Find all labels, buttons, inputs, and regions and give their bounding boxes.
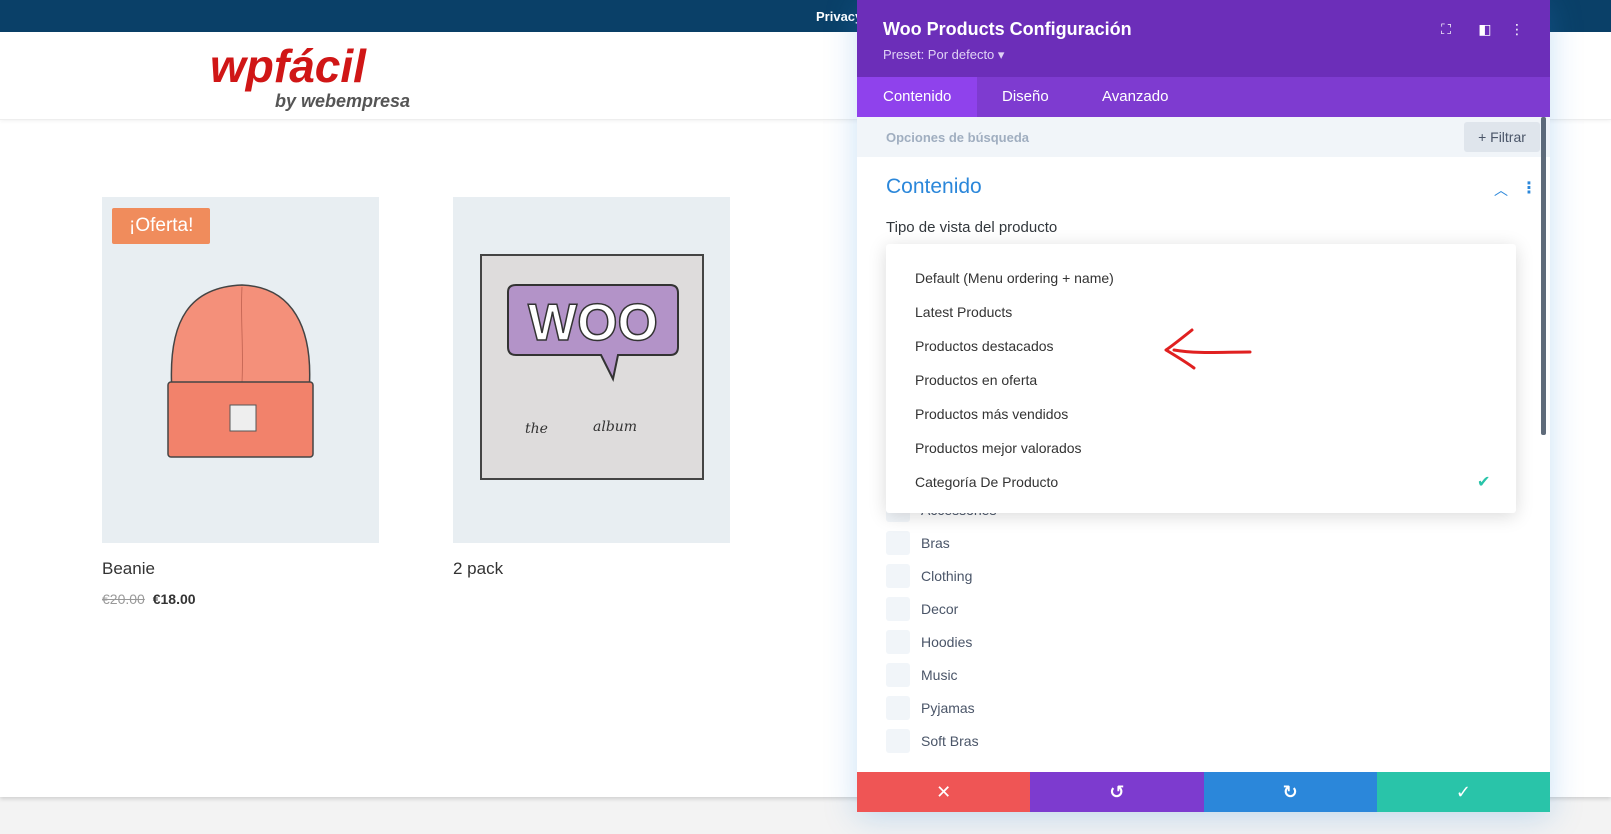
category-label: Music [921, 667, 958, 683]
woo-album-illustration: WOO the album [480, 254, 704, 480]
category-checkbox[interactable] [886, 663, 910, 687]
panel-title: Woo Products Configuración [883, 19, 1132, 39]
undo-button[interactable]: ↺ [1030, 772, 1204, 812]
settings-panel: Woo Products Configuración Preset: Por d… [857, 0, 1550, 812]
beanie-illustration [167, 284, 314, 458]
product-view-type-dropdown[interactable]: Default (Menu ordering + name) Latest Pr… [886, 244, 1516, 513]
category-label: Pyjamas [921, 700, 975, 716]
logo-sub-text: by webempresa [275, 91, 410, 111]
category-item[interactable]: Pyjamas [886, 696, 1186, 720]
woo-art-text: WOO [528, 294, 658, 352]
woo-album-image[interactable]: WOO the album [453, 197, 730, 543]
panel-scrollbar[interactable] [1541, 117, 1546, 435]
preset-selector[interactable]: Preset: Por defecto ▾ [883, 47, 1004, 63]
beanie-image[interactable]: ¡Oferta! [102, 197, 379, 543]
check-icon: ✔ [1477, 474, 1491, 491]
category-label: Decor [921, 601, 959, 617]
more-options-icon[interactable]: ⋮ [1508, 20, 1526, 38]
dropdown-option-selected[interactable]: Categoría De Producto [915, 474, 1058, 490]
fullscreen-icon[interactable]: ⛶ [1437, 20, 1455, 38]
product-name[interactable]: 2 pack [453, 559, 730, 579]
category-label: Hoodies [921, 634, 973, 650]
search-input[interactable]: Opciones de búsqueda [886, 130, 1029, 145]
cancel-button[interactable]: ✕ [857, 772, 1031, 812]
category-item[interactable]: Decor [886, 597, 1186, 621]
tab-diseno[interactable]: Diseño [976, 77, 1075, 117]
section-title[interactable]: Contenido [886, 175, 982, 199]
category-checkbox[interactable] [886, 531, 910, 555]
product-price: €20.00 €18.00 [102, 591, 379, 607]
save-button[interactable]: ✓ [1376, 772, 1550, 812]
album-caption-left: the [525, 421, 548, 437]
category-label: Soft Bras [921, 733, 979, 749]
annotation-arrow-icon [1164, 328, 1252, 370]
category-checkbox[interactable] [886, 564, 910, 588]
wpfacil-logo[interactable]: wpfácil by webempresa [210, 42, 420, 112]
dropdown-option[interactable]: Default (Menu ordering + name) [915, 270, 1114, 286]
section-more-icon[interactable]: ⋮ [1521, 178, 1537, 198]
category-checkbox[interactable] [886, 696, 910, 720]
dropdown-option[interactable]: Latest Products [915, 304, 1012, 320]
product-name[interactable]: Beanie [102, 559, 379, 579]
product-card-2-pack[interactable]: WOO the album 2 pack [453, 197, 730, 579]
field-label: Tipo de vista del producto [886, 219, 1058, 236]
panel-tabs: Contenido Diseño Avanzado [857, 77, 1550, 117]
chevron-up-icon[interactable]: ︿ [1494, 180, 1508, 200]
dropdown-option[interactable]: Productos mejor valorados [915, 440, 1082, 456]
dropdown-option[interactable]: Productos en oferta [915, 372, 1037, 388]
product-card-beanie[interactable]: ¡Oferta! Beanie €20.00 €18.00 [102, 197, 379, 607]
tab-contenido[interactable]: Contenido [857, 77, 978, 117]
logo-main-text: wpfácil [210, 42, 367, 92]
options-search[interactable]: Opciones de búsqueda + Filtrar [857, 117, 1550, 157]
category-item[interactable]: Music [886, 663, 1186, 687]
panel-footer: ✕ ↺ ↻ ✓ [857, 772, 1550, 812]
category-label: Clothing [921, 568, 973, 584]
category-item[interactable]: Bras [886, 531, 1186, 555]
category-item[interactable]: Clothing [886, 564, 1186, 588]
category-label: Bras [921, 535, 950, 551]
split-view-icon[interactable]: ◧ [1476, 20, 1494, 38]
tab-avanzado[interactable]: Avanzado [1076, 77, 1194, 117]
category-checkbox[interactable] [886, 597, 910, 621]
dropdown-option[interactable]: Productos más vendidos [915, 406, 1068, 422]
category-checkbox[interactable] [886, 630, 910, 654]
category-item[interactable]: Hoodies [886, 630, 1186, 654]
price-new: €18.00 [152, 591, 196, 607]
redo-button[interactable]: ↻ [1203, 772, 1377, 812]
category-checkbox[interactable] [886, 729, 910, 753]
price-old: €20.00 [102, 591, 145, 607]
category-item[interactable]: Soft Bras [886, 729, 1186, 753]
panel-header[interactable]: Woo Products Configuración Preset: Por d… [857, 0, 1550, 77]
filter-button[interactable]: + Filtrar [1464, 122, 1540, 152]
sale-badge: ¡Oferta! [112, 208, 211, 244]
album-caption-right: album [593, 419, 637, 435]
privacy-link[interactable]: Privacy [816, 9, 862, 24]
dropdown-option[interactable]: Productos destacados [915, 338, 1054, 354]
